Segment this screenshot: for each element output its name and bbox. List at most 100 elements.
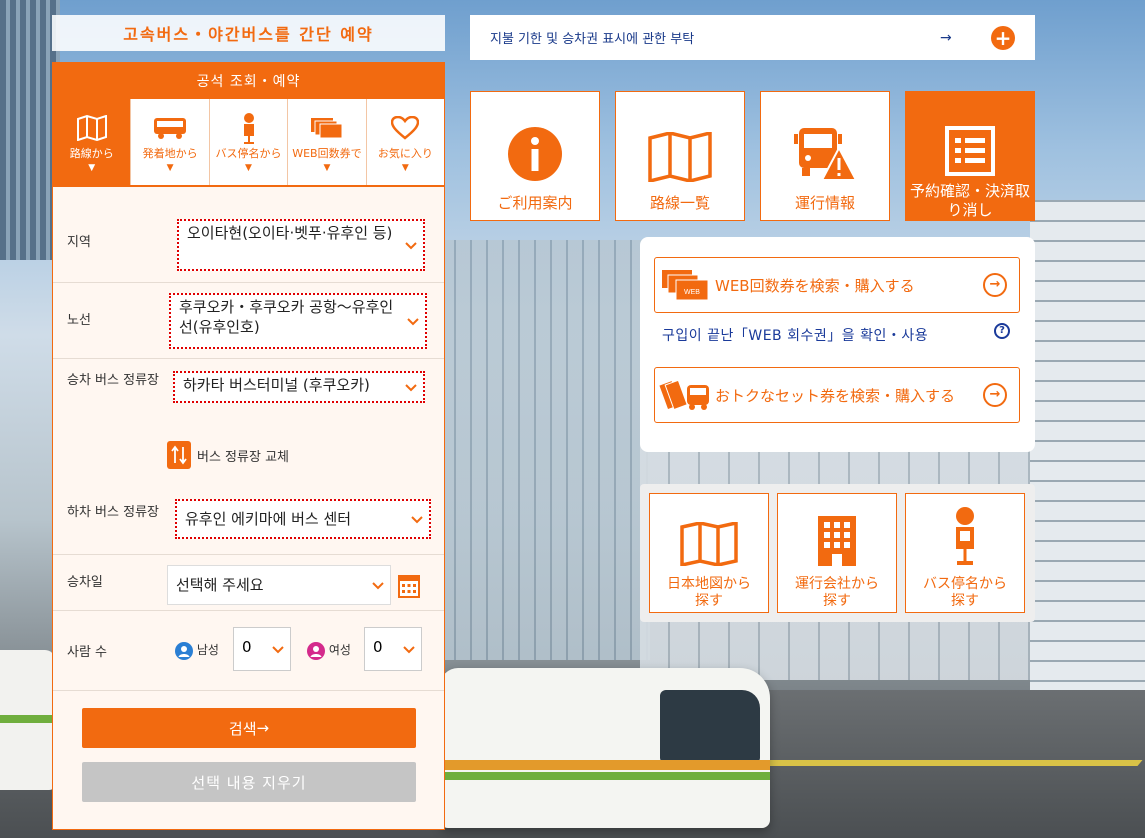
banner-title: 고속버스・야간버스를 간단 예약 — [123, 25, 374, 44]
find-by-stop-button[interactable]: バス停名から探す — [905, 493, 1025, 613]
plus-icon[interactable]: + — [991, 25, 1015, 50]
search-button[interactable]: 검색 → — [82, 708, 416, 748]
tile-guide[interactable]: ご利用案内 — [470, 91, 600, 221]
date-label: 승차일 — [67, 575, 103, 590]
tile-label: 予約確認・決済取り消し — [909, 182, 1030, 219]
triangle-down-icon: ▼ — [245, 163, 252, 173]
find-label: バス停名から探す — [923, 576, 1007, 609]
notice-link[interactable]: 지불 기한 및 승차권 표시에 관한 부탁 → + — [470, 15, 1035, 60]
region-value: 오이타현(오이타·벳푸·유후인 등) — [187, 224, 393, 242]
date-row: 승차일 선택해 주세요 — [53, 555, 444, 611]
panel-title: 공석 조회・예약 — [53, 63, 444, 99]
heart-icon — [391, 111, 420, 145]
web-buy-label: WEB回数券を検索・購入する — [715, 276, 915, 295]
find-label: 日本地図から探す — [667, 576, 751, 609]
alight-stop-value: 유후인 에키마에 버스 센터 — [185, 510, 352, 528]
date-select[interactable]: 선택해 주세요 — [167, 565, 391, 605]
male-group: 남성 — [175, 641, 219, 660]
tab-favorites[interactable]: お気に入り ▼ — [366, 99, 445, 185]
female-count-value: 0 — [373, 638, 383, 656]
female-label: 여성 — [328, 643, 351, 657]
region-select[interactable]: 오이타현(오이타·벳푸·유후인 등) — [177, 219, 425, 271]
tile-reservation[interactable]: 予約確認・決済取り消し — [905, 91, 1035, 221]
alight-stop-select[interactable]: 유후인 에키마에 버스 센터 — [175, 499, 431, 539]
find-box: 日本地図から探す 運行会社から探す バス停名から探す — [640, 484, 1035, 622]
tab-by-web-ticket[interactable]: WEB回数券で ▼ — [288, 99, 367, 185]
chevron-down-icon — [403, 640, 415, 658]
route-value: 후쿠오카・후쿠오카 공항～유후인선(유후인호) — [179, 298, 394, 336]
bus-stop-icon — [952, 504, 978, 566]
arrow-right-icon: → — [940, 29, 952, 46]
route-select[interactable]: 후쿠오카・후쿠오카 공항～유후인선(유후인호) — [169, 293, 427, 349]
male-count-value: 0 — [242, 638, 252, 656]
ticket-icon: WEB — [655, 268, 715, 302]
map-icon — [76, 111, 108, 145]
set-ticket-buy-button[interactable]: おトクなセット券を検索・購入する → — [654, 367, 1020, 423]
swap-stops-button[interactable]: 버스 정류장 교체 — [167, 441, 289, 469]
web-ticket-use-link[interactable]: 구입이 끝난「WEB 회수권」을 확인・사용 — [662, 325, 928, 345]
chevron-down-icon — [372, 575, 384, 595]
triangle-down-icon: ▼ — [401, 163, 409, 173]
bus-stop-icon — [241, 111, 257, 145]
search-panel: 공석 조회・예약 路線から ▼ 発着地から ▼ バス停名から ▼ WEB回数券で… — [52, 62, 445, 830]
background-bus-stripe — [440, 760, 770, 770]
chevron-down-icon — [407, 311, 419, 331]
tab-label: お気に入り — [377, 147, 433, 160]
people-row: 사람 수 남성 0 여성 0 — [53, 611, 444, 691]
calendar-icon[interactable] — [398, 572, 420, 598]
web-ticket-buy-button[interactable]: WEB WEB回数券を検索・購入する → — [654, 257, 1020, 313]
ticket-icon — [310, 111, 344, 145]
chevron-down-icon — [405, 235, 417, 255]
panel-title-text: 공석 조회・예약 — [196, 74, 301, 90]
find-by-operator-button[interactable]: 運行会社から探す — [777, 493, 897, 613]
swap-label: 버스 정류장 교체 — [197, 449, 289, 465]
route-label: 노선 — [67, 313, 91, 328]
map-icon — [648, 102, 712, 182]
female-count-select[interactable]: 0 — [364, 627, 422, 671]
background-bus-stripe — [0, 715, 55, 723]
notice-text: 지불 기한 및 승차권 표시에 관한 부탁 — [490, 32, 695, 47]
male-label: 남성 — [196, 643, 219, 657]
find-label: 運行会社から探す — [795, 576, 879, 609]
arrow-circle-right-icon: → — [983, 383, 1007, 407]
tab-by-route[interactable]: 路線から ▼ — [53, 99, 132, 185]
background-bus-stripe — [440, 772, 770, 780]
board-stop-select[interactable]: 하카타 버스터미널 (후쿠오카) — [173, 371, 425, 403]
swap-icon — [167, 441, 191, 469]
search-label: 검색 — [228, 719, 257, 738]
tile-route-list[interactable]: 路線一覧 — [615, 91, 745, 221]
people-label: 사람 수 — [67, 645, 108, 660]
set-ticket-icon — [655, 375, 715, 415]
male-count-select[interactable]: 0 — [233, 627, 291, 671]
tab-label: WEB回数券で — [292, 147, 362, 160]
chevron-down-icon — [405, 377, 417, 397]
help-icon[interactable]: ? — [994, 323, 1010, 339]
chevron-down-icon — [411, 509, 423, 529]
route-row: 노선 후쿠오카・후쿠오카 공항～유후인선(유후인호) — [53, 283, 444, 359]
tab-label: バス停名から — [215, 147, 282, 160]
date-value: 선택해 주세요 — [176, 576, 264, 594]
tile-service-info[interactable]: 運行情報 — [760, 91, 890, 221]
tab-label: 路線から — [69, 147, 114, 160]
building-icon — [816, 504, 858, 566]
site-banner: 고속버스・야간버스를 간단 예약 — [52, 15, 445, 51]
bus-warning-icon — [793, 102, 857, 182]
map-icon — [680, 504, 738, 566]
clear-selection-button[interactable]: 선택 내용 지우기 — [82, 762, 416, 802]
chevron-down-icon — [272, 640, 284, 658]
tile-label: 運行情報 — [794, 194, 855, 212]
tile-label: 路線一覧 — [649, 194, 710, 212]
web-ticket-box: WEB WEB回数券を検索・購入する → 구입이 끝난「WEB 회수권」을 확인… — [640, 237, 1035, 452]
alight-stop-row: 하차 버스 정류장 유후인 에키마에 버스 센터 — [53, 491, 444, 555]
list-icon — [945, 102, 995, 176]
web-badge-text: WEB — [684, 289, 700, 296]
tab-by-origin[interactable]: 発着地から ▼ — [131, 99, 210, 185]
find-by-map-button[interactable]: 日本地図から探す — [649, 493, 769, 613]
search-tabs: 路線から ▼ 発着地から ▼ バス停名から ▼ WEB回数券で ▼ お気に入り … — [53, 99, 445, 187]
female-icon — [307, 641, 325, 660]
info-icon — [507, 102, 563, 182]
male-icon — [175, 641, 193, 660]
tab-by-stop[interactable]: バス停名から ▼ — [209, 99, 289, 185]
bus-icon — [153, 111, 187, 145]
background-building — [0, 0, 60, 260]
